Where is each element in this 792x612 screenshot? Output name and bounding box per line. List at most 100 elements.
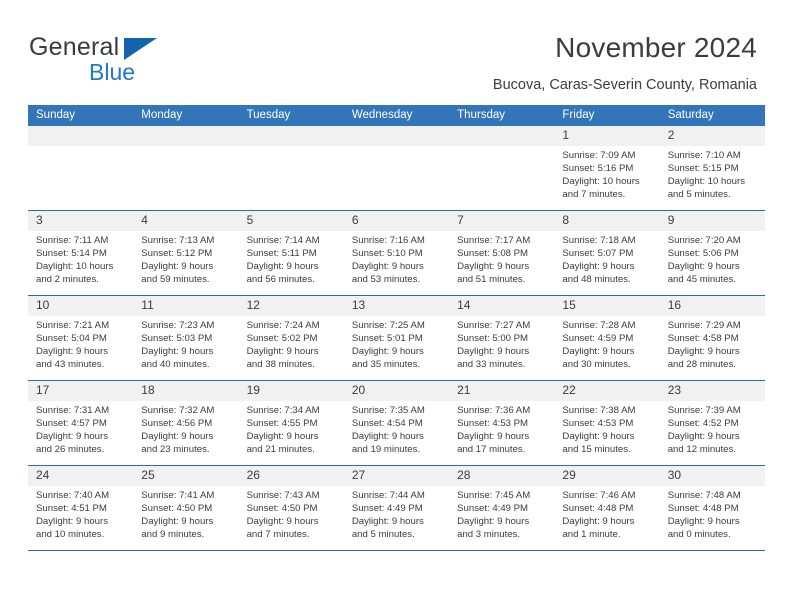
calendar-day-cell[interactable]: 22 Sunrise: 7:38 AM Sunset: 4:53 PM Dayligh… <box>554 380 660 466</box>
day-sun-info: Sunrise: 7:46 AM Sunset: 4:48 PM Daylight:… <box>554 486 659 541</box>
calendar-grid: Sunday Monday Tuesday Wednesday Thursday… <box>28 105 765 551</box>
day-sunset-text: Sunset: 5:07 PM <box>562 248 634 260</box>
weekday-header-saturday: Saturday <box>659 105 765 126</box>
day-sun-info: Sunrise: 7:11 AM Sunset: 5:14 PM Daylight:… <box>28 231 133 286</box>
calendar-day-cell[interactable]: 23 Sunrise: 7:39 AM Sunset: 4:52 PM Dayligh… <box>659 380 765 466</box>
day-number: 14 <box>449 296 555 316</box>
day-number: 30 <box>659 466 765 486</box>
day-daylight-text: Daylight: 9 hours <box>457 261 530 273</box>
day-daylight-text: and 5 minutes. <box>667 189 731 201</box>
day-daylight-text: Daylight: 9 hours <box>562 431 635 443</box>
calendar-day-cell[interactable]: 16 Sunrise: 7:29 AM Sunset: 4:58 PM Dayligh… <box>659 295 765 381</box>
day-daylight-text: Daylight: 9 hours <box>562 346 635 358</box>
day-sunset-text: Sunset: 4:55 PM <box>246 418 318 430</box>
day-sunrise-text: Sunrise: 7:43 AM <box>246 490 320 501</box>
day-sunset-text: Sunset: 4:53 PM <box>562 418 634 430</box>
calendar-day-cell[interactable]: 8 Sunrise: 7:18 AM Sunset: 5:07 PM Daylight… <box>554 210 660 296</box>
day-sun-info: Sunrise: 7:27 AM Sunset: 5:00 PM Daylight:… <box>449 316 554 371</box>
day-sunrise-text: Sunrise: 7:27 AM <box>457 320 531 331</box>
day-number: 9 <box>659 211 765 231</box>
day-number: 17 <box>28 381 134 401</box>
day-sun-info: Sunrise: 7:16 AM Sunset: 5:10 PM Daylight:… <box>344 231 449 286</box>
calendar-day-cell[interactable]: 26 Sunrise: 7:43 AM Sunset: 4:50 PM Dayligh… <box>238 465 344 551</box>
calendar-day-cell[interactable]: 9 Sunrise: 7:20 AM Sunset: 5:06 PM Daylight… <box>659 210 765 296</box>
day-daylight-text: and 43 minutes. <box>36 359 105 371</box>
day-sun-info: Sunrise: 7:32 AM Sunset: 4:56 PM Daylight:… <box>133 401 238 456</box>
calendar-day-cell[interactable]: 24 Sunrise: 7:40 AM Sunset: 4:51 PM Dayligh… <box>28 465 134 551</box>
brand-logo[interactable]: General Blue <box>29 33 289 91</box>
day-number <box>343 126 450 146</box>
calendar-day-cell[interactable]: 13 Sunrise: 7:25 AM Sunset: 5:01 PM Dayligh… <box>343 295 450 381</box>
day-sunset-text: Sunset: 4:48 PM <box>562 503 634 515</box>
day-sun-info: Sunrise: 7:34 AM Sunset: 4:55 PM Daylight:… <box>239 401 344 456</box>
calendar-day-cell[interactable]: 5 Sunrise: 7:14 AM Sunset: 5:11 PM Daylight… <box>238 210 344 296</box>
day-daylight-text: Daylight: 9 hours <box>351 516 424 528</box>
day-sunset-text: Sunset: 5:16 PM <box>562 163 634 175</box>
day-daylight-text: and 45 minutes. <box>667 274 736 286</box>
day-sunrise-text: Sunrise: 7:46 AM <box>562 490 636 501</box>
day-number: 12 <box>238 296 344 316</box>
day-number <box>238 126 344 146</box>
calendar-cell-empty <box>133 126 239 211</box>
day-number: 10 <box>28 296 134 316</box>
calendar-day-cell[interactable]: 6 Sunrise: 7:16 AM Sunset: 5:10 PM Daylight… <box>343 210 450 296</box>
day-sunset-text: Sunset: 4:48 PM <box>667 503 739 515</box>
day-daylight-text: and 21 minutes. <box>246 444 315 456</box>
day-number: 16 <box>659 296 765 316</box>
day-daylight-text: and 0 minutes. <box>667 529 731 541</box>
calendar-day-cell[interactable]: 19 Sunrise: 7:34 AM Sunset: 4:55 PM Dayligh… <box>238 380 344 466</box>
calendar-day-cell[interactable]: 4 Sunrise: 7:13 AM Sunset: 5:12 PM Daylight… <box>133 210 239 296</box>
day-daylight-text: and 56 minutes. <box>246 274 315 286</box>
day-daylight-text: and 38 minutes. <box>246 359 315 371</box>
day-sunrise-text: Sunrise: 7:10 AM <box>667 150 741 161</box>
weekday-header-wednesday: Wednesday <box>343 105 450 126</box>
calendar-day-cell[interactable]: 21 Sunrise: 7:36 AM Sunset: 4:53 PM Dayligh… <box>449 380 555 466</box>
calendar-day-cell[interactable]: 2 Sunrise: 7:10 AM Sunset: 5:15 PM Daylight… <box>659 126 765 211</box>
day-daylight-text: Daylight: 9 hours <box>457 346 530 358</box>
day-daylight-text: and 59 minutes. <box>141 274 210 286</box>
day-sunrise-text: Sunrise: 7:16 AM <box>351 235 425 246</box>
calendar-day-cell[interactable]: 18 Sunrise: 7:32 AM Sunset: 4:56 PM Dayligh… <box>133 380 239 466</box>
day-number <box>449 126 555 146</box>
day-daylight-text: Daylight: 9 hours <box>141 431 214 443</box>
day-sun-info: Sunrise: 7:29 AM Sunset: 4:58 PM Daylight:… <box>660 316 765 371</box>
day-number: 21 <box>449 381 555 401</box>
calendar-day-cell[interactable]: 3 Sunrise: 7:11 AM Sunset: 5:14 PM Daylight… <box>28 210 134 296</box>
calendar-day-cell[interactable]: 17 Sunrise: 7:31 AM Sunset: 4:57 PM Dayligh… <box>28 380 134 466</box>
day-daylight-text: Daylight: 9 hours <box>562 261 635 273</box>
weekday-header-sunday: Sunday <box>28 105 134 126</box>
day-number: 27 <box>343 466 450 486</box>
calendar-day-cell[interactable]: 25 Sunrise: 7:41 AM Sunset: 4:50 PM Dayligh… <box>133 465 239 551</box>
day-daylight-text: Daylight: 9 hours <box>141 261 214 273</box>
calendar-day-cell[interactable]: 27 Sunrise: 7:44 AM Sunset: 4:49 PM Dayligh… <box>343 465 450 551</box>
day-daylight-text: Daylight: 9 hours <box>36 346 108 358</box>
calendar-day-cell[interactable]: 1 Sunrise: 7:09 AM Sunset: 5:16 PM Daylight… <box>554 126 660 211</box>
day-sunset-text: Sunset: 5:11 PM <box>246 248 317 260</box>
calendar-day-cell[interactable]: 12 Sunrise: 7:24 AM Sunset: 5:02 PM Dayligh… <box>238 295 344 381</box>
calendar-day-cell[interactable]: 10 Sunrise: 7:21 AM Sunset: 5:04 PM Dayligh… <box>28 295 134 381</box>
day-number <box>133 126 239 146</box>
calendar-day-cell[interactable]: 30 Sunrise: 7:48 AM Sunset: 4:48 PM Dayligh… <box>659 465 765 551</box>
day-sunset-text: Sunset: 5:04 PM <box>36 333 107 345</box>
day-sunset-text: Sunset: 5:01 PM <box>351 333 423 345</box>
day-daylight-text: and 2 minutes. <box>36 274 99 286</box>
weekday-header-thursday: Thursday <box>449 105 555 126</box>
day-sunset-text: Sunset: 5:02 PM <box>246 333 318 345</box>
day-number: 13 <box>343 296 450 316</box>
calendar-day-cell[interactable]: 7 Sunrise: 7:17 AM Sunset: 5:08 PM Daylight… <box>449 210 555 296</box>
calendar-day-cell[interactable]: 14 Sunrise: 7:27 AM Sunset: 5:00 PM Dayligh… <box>449 295 555 381</box>
calendar-day-cell[interactable]: 15 Sunrise: 7:28 AM Sunset: 4:59 PM Dayligh… <box>554 295 660 381</box>
day-daylight-text: and 48 minutes. <box>562 274 631 286</box>
calendar-day-cell[interactable]: 20 Sunrise: 7:35 AM Sunset: 4:54 PM Dayligh… <box>343 380 450 466</box>
calendar-day-cell[interactable]: 11 Sunrise: 7:23 AM Sunset: 5:03 PM Dayligh… <box>133 295 239 381</box>
calendar-day-cell[interactable]: 29 Sunrise: 7:46 AM Sunset: 4:48 PM Dayligh… <box>554 465 660 551</box>
day-sun-info: Sunrise: 7:36 AM Sunset: 4:53 PM Daylight:… <box>449 401 554 456</box>
day-daylight-text: and 40 minutes. <box>141 359 210 371</box>
day-sunset-text: Sunset: 4:50 PM <box>141 503 213 515</box>
calendar-cell-empty <box>449 126 555 211</box>
day-daylight-text: and 5 minutes. <box>351 529 415 541</box>
weekday-header-tuesday: Tuesday <box>238 105 344 126</box>
day-daylight-text: and 23 minutes. <box>141 444 210 456</box>
calendar-week-row: 10 Sunrise: 7:21 AM Sunset: 5:04 PM Dayligh… <box>28 295 765 381</box>
calendar-day-cell[interactable]: 28 Sunrise: 7:45 AM Sunset: 4:49 PM Dayligh… <box>449 465 555 551</box>
